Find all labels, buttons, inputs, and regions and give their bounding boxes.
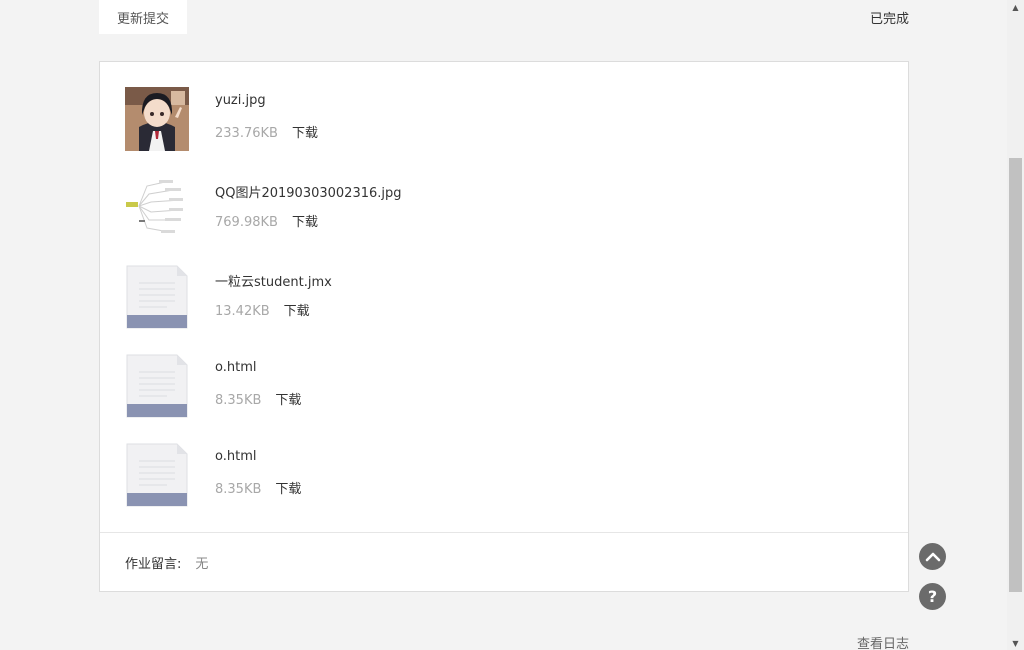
list-item: o.html 8.35KB 下载 [125, 354, 825, 420]
list-item: yuzi.jpg 233.76KB 下载 [125, 87, 825, 153]
vertical-scrollbar[interactable]: ▲ ▼ [1007, 0, 1024, 650]
file-meta: 769.98KB 下载 [215, 211, 318, 230]
scroll-down-arrow-icon[interactable]: ▼ [1007, 636, 1024, 650]
file-size: 233.76KB [215, 126, 278, 141]
back-to-top-button[interactable] [919, 543, 946, 570]
download-link[interactable]: 下载 [292, 126, 318, 141]
file-size: 769.98KB [215, 215, 278, 230]
file-size: 13.42KB [215, 304, 270, 319]
file-meta: 233.76KB 下载 [215, 122, 318, 141]
image-thumbnail[interactable] [125, 87, 189, 151]
list-item: o.html 8.35KB 下载 [125, 443, 825, 509]
comment-label: 作业留言: [125, 557, 182, 572]
download-link[interactable]: 下载 [275, 482, 301, 497]
list-item: QQ图片20190303002316.jpg 769.98KB 下载 [125, 176, 825, 242]
file-meta: 8.35KB 下载 [215, 389, 301, 408]
download-link[interactable]: 下载 [292, 215, 318, 230]
image-thumbnail[interactable] [125, 176, 189, 240]
download-link[interactable]: 下载 [284, 304, 310, 319]
divider [100, 532, 908, 533]
page: 更新提交 已完成 yuzi.jpg 233.76KB 下载 QQ图片201903… [0, 0, 1024, 650]
question-icon: ? [927, 587, 938, 606]
document-file-icon[interactable] [125, 265, 189, 329]
document-file-icon[interactable] [125, 443, 189, 507]
view-log-link[interactable]: 查看日志 [857, 633, 909, 650]
chevron-up-icon [925, 552, 940, 561]
file-name: o.html [215, 449, 257, 464]
file-size: 8.35KB [215, 482, 262, 497]
homework-comment: 作业留言: 无 [125, 553, 208, 572]
file-name: yuzi.jpg [215, 93, 266, 108]
update-submission-tab[interactable]: 更新提交 [99, 0, 187, 34]
file-size: 8.35KB [215, 393, 262, 408]
file-meta: 13.42KB 下载 [215, 300, 310, 319]
file-name: 一粒云student.jmx [215, 275, 332, 290]
download-link[interactable]: 下载 [275, 393, 301, 408]
file-list: yuzi.jpg 233.76KB 下载 QQ图片20190303002316.… [100, 62, 908, 532]
scroll-thumb[interactable] [1009, 158, 1022, 592]
file-meta: 8.35KB 下载 [215, 478, 301, 497]
file-name: QQ图片20190303002316.jpg [215, 186, 402, 201]
comment-value: 无 [195, 557, 209, 572]
list-item: 一粒云student.jmx 13.42KB 下载 [125, 265, 825, 331]
help-button[interactable]: ? [919, 583, 946, 610]
file-name: o.html [215, 360, 257, 375]
scroll-up-arrow-icon[interactable]: ▲ [1007, 0, 1024, 14]
attachments-panel: yuzi.jpg 233.76KB 下载 QQ图片20190303002316.… [99, 61, 909, 592]
status-label: 已完成 [869, 12, 909, 27]
document-file-icon[interactable] [125, 354, 189, 418]
